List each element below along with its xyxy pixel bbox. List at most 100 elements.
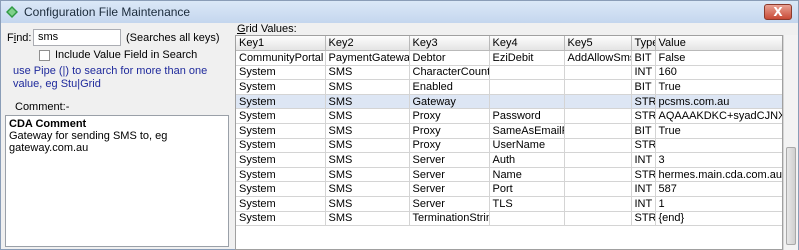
column-header-type[interactable]: Type — [631, 36, 656, 52]
table-row[interactable]: System SMS Server Auth INT 3 — [236, 152, 782, 168]
table-cell[interactable]: False — [655, 50, 782, 66]
table-row[interactable]: SystemSMSProxySameAsEmailFlag BITTrue — [236, 123, 782, 139]
table-cell[interactable]: Server — [409, 196, 490, 212]
table-cell[interactable]: Enabled — [409, 79, 490, 95]
table-row[interactable]: System SMS Gateway STR pcsms.com.au — [236, 94, 782, 110]
table-cell[interactable] — [489, 79, 565, 95]
table-cell[interactable]: SMS — [325, 123, 410, 139]
title-bar[interactable]: Configuration File Maintenance X — [1, 1, 798, 23]
table-cell[interactable]: pcsms.com.au — [655, 94, 782, 110]
table-cell[interactable]: Auth — [489, 152, 565, 168]
include-value-checkbox[interactable] — [39, 49, 50, 61]
table-cell[interactable]: SMS — [325, 152, 410, 168]
table-row[interactable]: System SMS Enabled BIT True — [236, 79, 782, 95]
table-row[interactable]: System SMS Proxy Password STR AQAAAKDKC+syadC… — [236, 108, 782, 125]
table-cell[interactable] — [564, 79, 632, 95]
table-cell[interactable]: System — [236, 108, 326, 125]
table-cell[interactable]: STR — [631, 167, 656, 183]
table-cell[interactable]: Server — [409, 152, 490, 168]
table-cell[interactable]: System — [236, 123, 326, 139]
table-cell[interactable]: BIT — [631, 123, 656, 139]
table-cell[interactable]: System — [236, 196, 326, 212]
table-cell[interactable]: BIT — [631, 79, 656, 95]
table-cell[interactable]: True — [655, 79, 782, 95]
column-header-key4[interactable]: Key4 — [489, 36, 565, 52]
table-cell[interactable]: SMS — [325, 181, 410, 198]
table-cell[interactable]: STR — [631, 108, 656, 125]
column-header-key2[interactable]: Key2 — [325, 36, 410, 52]
table-cell[interactable]: System — [236, 152, 326, 168]
table-cell[interactable]: CharacterCount — [409, 65, 490, 81]
include-value-option[interactable]: Include Value Field in Search — [39, 49, 197, 61]
table-cell[interactable] — [564, 196, 632, 212]
table-cell[interactable] — [489, 94, 565, 110]
table-cell[interactable]: EziDebit — [489, 50, 565, 66]
table-cell[interactable] — [564, 181, 632, 198]
table-cell[interactable]: SameAsEmailFlag — [489, 123, 565, 139]
table-cell[interactable] — [564, 167, 632, 183]
table-cell[interactable]: Password — [489, 108, 565, 125]
grid-scrollbar[interactable] — [783, 35, 798, 250]
table-cell[interactable]: System — [236, 65, 326, 81]
table-cell[interactable] — [564, 108, 632, 125]
table-cell[interactable]: INT — [631, 152, 656, 168]
table-cell[interactable] — [564, 138, 632, 154]
table-cell[interactable]: UserName — [489, 138, 565, 154]
table-cell[interactable]: SMS — [325, 196, 410, 212]
table-cell[interactable]: System — [236, 211, 326, 227]
table-row[interactable]: System SMS Server TLS INT 1 — [236, 196, 782, 212]
table-cell[interactable]: STR — [631, 94, 656, 110]
table-cell[interactable]: Debtor — [409, 50, 490, 66]
table-cell[interactable]: Proxy — [409, 138, 490, 154]
table-cell[interactable]: System — [236, 138, 326, 154]
table-cell[interactable]: TerminationString — [409, 211, 490, 227]
table-row[interactable]: SystemSMSTerminationString STR{end} — [236, 211, 782, 227]
table-row[interactable]: CommunityPortal PaymentGateway Debtor EziDe… — [236, 50, 782, 66]
table-cell[interactable]: AddAllowSms — [564, 50, 632, 66]
table-cell[interactable]: Port — [489, 181, 565, 198]
find-input[interactable]: sms — [33, 29, 121, 46]
column-header-key3[interactable]: Key3 — [409, 36, 490, 52]
table-cell[interactable]: CommunityPortal — [236, 50, 326, 66]
table-cell[interactable]: 3 — [655, 152, 782, 168]
table-cell[interactable]: SMS — [325, 138, 410, 154]
table-row[interactable]: System SMS CharacterCount INT 160 — [236, 65, 782, 81]
table-cell[interactable]: System — [236, 167, 326, 183]
table-cell[interactable]: TLS — [489, 196, 565, 212]
table-cell[interactable]: AQAAAKDKC+syadCJNXdiVnE — [655, 108, 782, 125]
table-cell[interactable]: Proxy — [409, 108, 490, 125]
table-cell[interactable]: Server — [409, 181, 490, 198]
table-cell[interactable]: STR — [631, 211, 656, 227]
table-cell[interactable] — [564, 94, 632, 110]
table-cell[interactable]: BIT — [631, 50, 656, 66]
table-cell[interactable]: Server — [409, 167, 490, 183]
table-row[interactable]: System SMS Proxy UserName STR — [236, 138, 782, 154]
close-button[interactable]: X — [764, 4, 792, 20]
table-cell[interactable]: SMS — [325, 65, 410, 81]
table-cell[interactable]: System — [236, 94, 326, 110]
table-row[interactable]: System SMS Server Name STR hermes.main.cda.co… — [236, 167, 782, 183]
table-cell[interactable]: INT — [631, 196, 656, 212]
table-cell[interactable]: STR — [631, 138, 656, 154]
table-cell[interactable]: 587 — [655, 181, 782, 198]
table-cell[interactable]: {end} — [655, 211, 782, 227]
table-cell[interactable]: SMS — [325, 108, 410, 125]
column-header-key5[interactable]: Key5 — [564, 36, 632, 52]
table-cell[interactable] — [564, 152, 632, 168]
table-cell[interactable]: hermes.main.cda.com.au — [655, 167, 782, 183]
table-cell[interactable]: Proxy — [409, 123, 490, 139]
table-cell[interactable]: SMS — [325, 79, 410, 95]
scrollbar-thumb[interactable] — [786, 147, 796, 245]
table-cell[interactable]: SMS — [325, 94, 410, 110]
table-cell[interactable] — [655, 138, 782, 154]
comment-box[interactable]: CDA Comment Gateway for sending SMS to, … — [5, 115, 229, 247]
table-row[interactable]: System SMS Server Port INT 587 — [236, 181, 782, 198]
table-cell[interactable] — [564, 211, 632, 227]
table-cell[interactable]: 1 — [655, 196, 782, 212]
table-cell[interactable]: Gateway — [409, 94, 490, 110]
table-cell[interactable] — [489, 65, 565, 81]
column-header-value[interactable]: Value — [655, 36, 782, 52]
table-cell[interactable]: SMS — [325, 211, 410, 227]
table-cell[interactable]: INT — [631, 181, 656, 198]
table-cell[interactable]: INT — [631, 65, 656, 81]
